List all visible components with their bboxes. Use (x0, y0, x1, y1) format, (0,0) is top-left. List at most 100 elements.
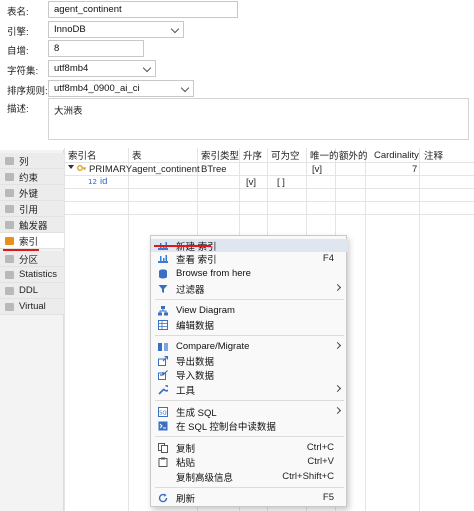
menu-item-label: 生成 SQL (176, 407, 217, 419)
ddl-icon (5, 286, 14, 295)
menu-item-label: Browse from here (176, 268, 251, 279)
column-header-extra[interactable]: 额外的 (335, 148, 368, 162)
column-header-comment[interactable]: 注释 (420, 148, 443, 162)
menu-item-shortcut: F5 (322, 492, 334, 503)
table-name-value: agent_continent (54, 4, 122, 15)
collation-label: 排序规则: (7, 86, 48, 97)
menu-item-import-data[interactable]: 导入数据 (151, 368, 348, 382)
collation-value: utf8mb4_0900_ai_ci (54, 83, 140, 94)
engine-select[interactable]: InnoDB (48, 21, 184, 38)
sidebar-item-label: 约束 (19, 172, 39, 184)
menu-item-label: 复制高级信息 (176, 472, 234, 484)
menu-item-browse-from-here[interactable]: Browse from here (151, 267, 348, 280)
index-type-cell[interactable]: BTree (201, 164, 227, 175)
chevron-down-icon (170, 24, 180, 34)
ascending-cell[interactable]: [v] (246, 177, 256, 188)
menu-item-label: 导出数据 (176, 356, 215, 368)
constraints-icon (5, 172, 14, 181)
menu-item-shortcut: F4 (322, 253, 334, 264)
column-header-index-name[interactable]: 索引名 (64, 148, 97, 162)
chevron-down-icon (180, 83, 190, 93)
collation-select[interactable]: utf8mb4_0900_ai_ci (48, 80, 194, 97)
cardinality-cell[interactable]: 7 (412, 164, 417, 175)
menu-item-tools[interactable]: 工具 (151, 383, 348, 397)
sidebar-item-label: 触发器 (19, 220, 48, 232)
column-header-table[interactable]: 表 (128, 148, 142, 162)
menu-item-copy-advanced[interactable]: 复制高级信息 Ctrl+Shift+C (151, 470, 348, 484)
comment-textarea[interactable]: 大洲表 (48, 98, 469, 140)
nullable-cell[interactable]: [ ] (277, 177, 285, 188)
sidebar-item-virtual[interactable]: Virtual (0, 299, 64, 315)
column-header-ascending[interactable]: 升序 (239, 148, 262, 162)
expand-icon[interactable] (67, 163, 75, 174)
sidebar-item-columns[interactable]: 列 (0, 153, 64, 169)
chevron-down-icon (142, 63, 152, 73)
menu-item-label: 导入数据 (176, 370, 215, 382)
menu-item-view-diagram[interactable]: View Diagram (151, 304, 348, 317)
submenu-arrow-icon (333, 406, 342, 415)
menu-item-shortcut: Ctrl+Shift+C (282, 471, 334, 482)
auto-increment-value: 8 (54, 43, 60, 54)
index-name-cell[interactable]: PRIMARY (89, 164, 132, 175)
sidebar-item-references[interactable]: 引用 (0, 201, 64, 217)
sidebar-item-label: 索引 (19, 236, 39, 248)
menu-item-copy[interactable]: 复制 Ctrl+C (151, 441, 348, 455)
menu-item-filter[interactable]: 过滤器 (151, 282, 348, 296)
menu-item-label: 刷新 (176, 493, 196, 505)
foreign-key-icon (5, 188, 14, 197)
menu-item-label: 复制 (176, 443, 196, 455)
auto-increment-input[interactable]: 8 (48, 40, 144, 57)
export-icon (158, 355, 168, 366)
column-header-nullable[interactable]: 可为空 (267, 148, 300, 162)
unique-cell[interactable]: [v] (312, 164, 322, 175)
menu-item-label: 工具 (176, 385, 196, 397)
sidebar-item-triggers[interactable]: 触发器 (0, 217, 64, 233)
sidebar-item-label: 分区 (19, 254, 39, 266)
sidebar-item-statistics[interactable]: Statistics (0, 267, 64, 283)
menu-item-read-in-sql-console[interactable]: 在 SQL 控制台中读数据 (151, 419, 348, 433)
sidebar-item-partitions[interactable]: 分区 (0, 251, 64, 267)
paste-icon (158, 457, 168, 467)
submenu-arrow-icon (333, 341, 342, 350)
menu-item-label: 编辑数据 (176, 320, 215, 332)
sidebar-item-ddl[interactable]: DDL (0, 283, 64, 299)
menu-item-paste[interactable]: 粘贴 Ctrl+V (151, 455, 348, 469)
column-header-cardinality[interactable]: Cardinality (370, 148, 419, 162)
copy-icon (158, 442, 168, 453)
menu-item-shortcut: Ctrl+C (306, 442, 334, 453)
sidebar-item-label: 引用 (19, 204, 39, 216)
edit-data-icon (158, 319, 168, 330)
column-header-unique[interactable]: 唯一的 (306, 148, 339, 162)
key-icon (77, 163, 87, 176)
sidebar-item-label: 列 (19, 156, 29, 168)
comment-value: 大洲表 (54, 106, 83, 117)
menu-item-export-data[interactable]: 导出数据 (151, 354, 348, 368)
compare-icon (158, 342, 168, 352)
partitions-icon (5, 254, 14, 263)
menu-item-label: Compare/Migrate (176, 341, 250, 352)
sql-console-icon (158, 421, 168, 431)
menu-item-view-index[interactable]: 查看 索引 F4 (151, 252, 348, 266)
menu-item-generate-sql[interactable]: SQL 生成 SQL (151, 405, 348, 419)
index-column-cell[interactable]: id (100, 176, 107, 187)
refresh-icon (158, 493, 168, 503)
sidebar-item-indexes[interactable]: 索引 (0, 233, 64, 249)
svg-text:SQL: SQL (159, 410, 168, 416)
sidebar-item-constraints[interactable]: 约束 (0, 169, 64, 185)
columns-icon (5, 156, 14, 165)
menu-item-refresh[interactable]: 刷新 F5 (151, 491, 348, 505)
menu-item-edit-data[interactable]: 编辑数据 (151, 318, 348, 332)
column-header-index-type[interactable]: 索引类型 (197, 148, 239, 162)
table-name-input[interactable]: agent_continent (48, 1, 238, 18)
statistics-icon (5, 270, 14, 279)
menu-item-label: 粘贴 (176, 457, 196, 469)
tools-icon (158, 384, 168, 395)
sidebar-item-foreign-keys[interactable]: 外键 (0, 185, 64, 201)
charset-select[interactable]: utf8mb4 (48, 60, 156, 77)
menu-item-label: 查看 索引 (176, 254, 217, 266)
database-icon (158, 268, 168, 279)
references-icon (5, 204, 14, 213)
index-table-cell[interactable]: agent_continent (132, 164, 200, 175)
copy-advanced-icon (158, 472, 168, 482)
menu-item-compare-migrate[interactable]: Compare/Migrate (151, 340, 348, 353)
